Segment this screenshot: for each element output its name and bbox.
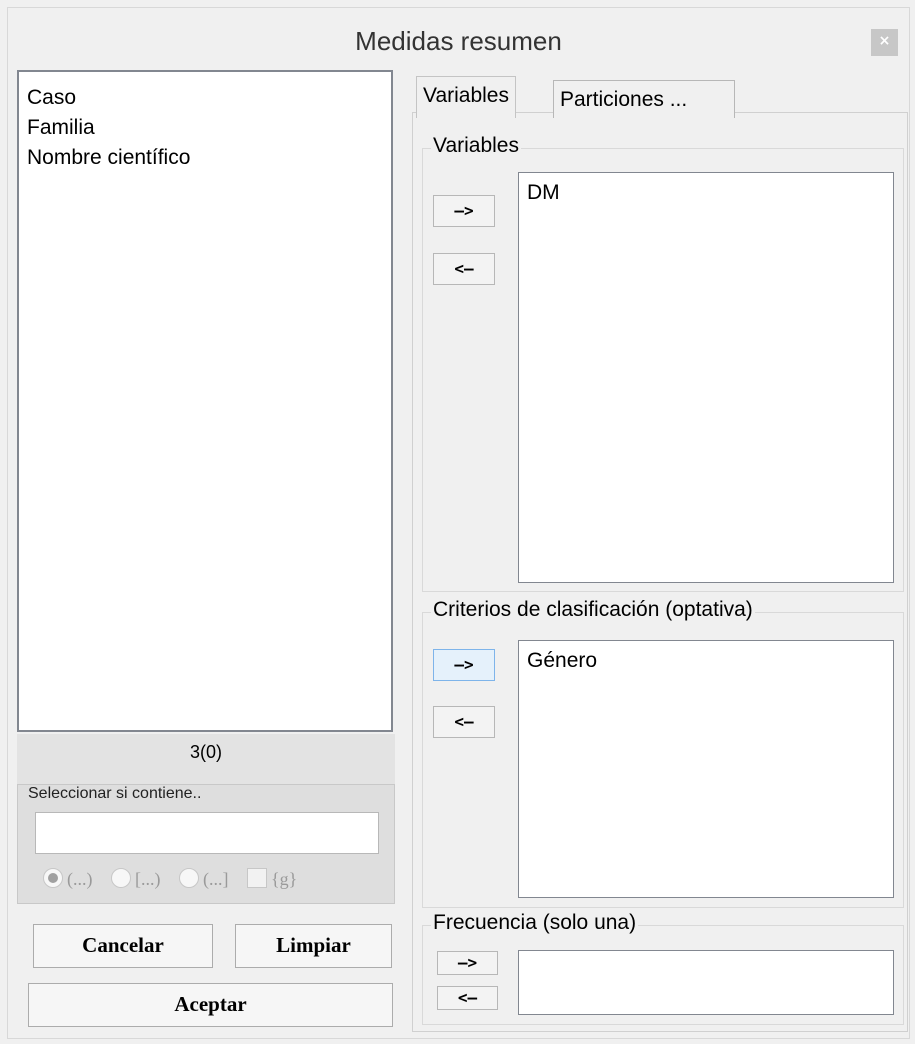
remove-frecuencia-button[interactable]: <– (437, 986, 498, 1010)
option-closed-open[interactable]: [...) (111, 868, 161, 889)
filter-group: Seleccionar si contiene.. (...) [...) (.… (17, 784, 395, 904)
cancel-button[interactable]: Cancelar (33, 924, 213, 968)
tab-variables[interactable]: Variables (416, 76, 516, 118)
remove-variable-button[interactable]: <– (433, 253, 495, 285)
criterios-list[interactable]: Género (518, 640, 894, 898)
item-count: 3(0) (189, 742, 222, 762)
criterios-group-label: Criterios de clasificación (optativa) (431, 598, 755, 622)
radio-icon (43, 868, 63, 888)
list-item[interactable]: Género (527, 649, 597, 673)
title-bar: Medidas resumen × (8, 8, 909, 70)
variables-group-label: Variables (431, 134, 521, 158)
add-variable-button[interactable]: –> (433, 195, 495, 227)
clear-button[interactable]: Limpiar (235, 924, 392, 968)
radio-icon (179, 868, 199, 888)
frecuencia-field[interactable] (518, 950, 894, 1015)
list-item[interactable]: Caso (27, 86, 76, 110)
option-open-open[interactable]: (...) (43, 868, 93, 889)
filter-options: (...) [...) (...] {g} (43, 868, 311, 890)
radio-icon (111, 868, 131, 888)
list-item[interactable]: DM (527, 181, 560, 205)
list-item[interactable]: Nombre científico (27, 146, 190, 170)
list-item[interactable]: Familia (27, 116, 95, 140)
tab-particiones[interactable]: Particiones ... (553, 80, 735, 118)
checkbox-icon (247, 868, 267, 888)
close-button[interactable]: × (871, 29, 898, 56)
item-count-bar: 3(0) (17, 734, 395, 784)
add-criterio-button[interactable]: –> (433, 649, 495, 681)
filter-label: Seleccionar si contiene.. (28, 785, 202, 802)
source-variables-list[interactable]: Caso Familia Nombre científico (17, 70, 393, 732)
variables-list[interactable]: DM (518, 172, 894, 583)
remove-criterio-button[interactable]: <– (433, 706, 495, 738)
option-open-closed[interactable]: (...] (179, 868, 229, 889)
filter-input[interactable] (35, 812, 379, 854)
accept-button[interactable]: Aceptar (28, 983, 393, 1027)
frecuencia-group-label: Frecuencia (solo una) (431, 911, 639, 935)
window-title: Medidas resumen (355, 26, 562, 56)
add-frecuencia-button[interactable]: –> (437, 951, 498, 975)
option-grouped[interactable]: {g} (247, 868, 297, 889)
